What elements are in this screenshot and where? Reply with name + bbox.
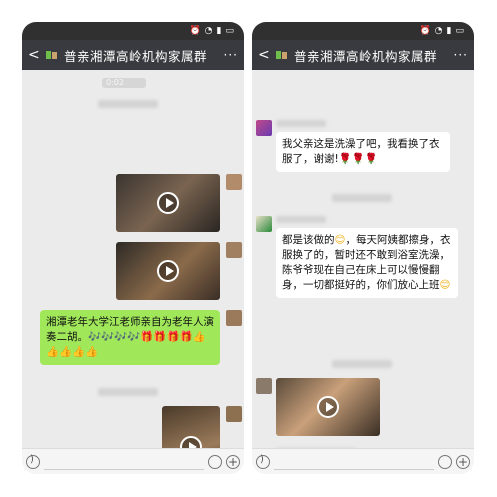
signal-icon: ▮ (216, 26, 222, 36)
blurred-name (276, 216, 326, 223)
timestamp: 0:02 (102, 78, 146, 88)
battery-icon: ▭ (225, 26, 234, 36)
text-message[interactable]: 都是该做的😊，每天阿姨都擦身，衣服换了的，暂时还不敢到浴室洗澡，陈爷爷现在自己在… (276, 228, 458, 298)
message-text: 都是该做的 (282, 234, 335, 246)
more-options-button[interactable]: ··· (454, 48, 468, 62)
play-icon[interactable] (157, 260, 179, 282)
right-phone: ⏰ ◔ ▮ ▭ < 普亲湘潭高岭机构家属群 ··· 我父亲这是洗澡了吧，我看换了… (252, 22, 474, 474)
plus-icon[interactable]: + (226, 455, 240, 469)
input-bar: + (22, 448, 244, 474)
nav-bar: < 普亲湘潭高岭机构家属群 ··· (252, 40, 474, 70)
blurred-name (98, 388, 158, 396)
blurred-name (332, 360, 392, 368)
chat-area[interactable]: 0:02 湘潭老年大学江老师亲自为老年人演奏二胡。🎶🎶🎶🎶🎁🎁🎁🎁👍👍👍👍👍 (22, 70, 244, 474)
smile-emoji: 😊 (334, 234, 346, 246)
smile-emoji: 😊 (439, 279, 451, 291)
message-input[interactable] (44, 454, 204, 470)
chat-area[interactable]: 我父亲这是洗澡了吧，我看换了衣服了，谢谢!🌹🌹🌹 都是该做的😊，每天阿姨都擦身，… (252, 70, 474, 454)
avatar[interactable] (226, 242, 242, 258)
nav-bar: < 普亲湘潭高岭机构家属群 ··· (22, 40, 244, 70)
emoji-icon[interactable] (438, 455, 452, 469)
message-input[interactable] (274, 454, 434, 470)
group-icon (44, 48, 60, 62)
text-message[interactable]: 我父亲这是洗澡了吧，我看换了衣服了，谢谢!🌹🌹🌹 (276, 132, 450, 172)
input-bar: + (252, 448, 474, 474)
voice-icon[interactable] (256, 454, 270, 469)
wifi-icon: ◔ (204, 26, 213, 36)
battery-icon: ▭ (455, 26, 464, 36)
video-message[interactable] (116, 242, 220, 300)
status-icons: ⏰ ◔ ▮ ▭ (189, 26, 234, 36)
wifi-icon: ◔ (434, 26, 443, 36)
more-options-button[interactable]: ··· (224, 48, 238, 62)
avatar[interactable] (256, 378, 272, 394)
group-icon (274, 48, 290, 62)
status-bar: ⏰ ◔ ▮ ▭ (22, 22, 244, 40)
screenshot-canvas: ⏰ ◔ ▮ ▭ < 普亲湘潭高岭机构家属群 ··· 0:02 湘潭老年大学江老师… (0, 0, 497, 497)
voice-icon[interactable] (26, 454, 40, 469)
signal-icon: ▮ (446, 26, 452, 36)
emoji-icon[interactable] (208, 455, 222, 469)
back-button[interactable]: < (258, 47, 270, 63)
blurred-name (276, 120, 326, 127)
video-message[interactable] (116, 174, 220, 232)
back-button[interactable]: < (28, 47, 40, 63)
chat-title: 普亲湘潭高岭机构家属群 (294, 48, 438, 64)
plus-icon[interactable]: + (456, 455, 470, 469)
status-icons: ⏰ ◔ ▮ ▭ (419, 26, 464, 36)
blurred-name (332, 194, 392, 202)
avatar[interactable] (226, 174, 242, 190)
blurred-name (98, 100, 158, 108)
avatar[interactable] (226, 310, 242, 326)
rose-emojis: 🌹🌹🌹 (338, 153, 378, 165)
avatar[interactable] (256, 216, 272, 232)
text-message[interactable]: 湘潭老年大学江老师亲自为老年人演奏二胡。🎶🎶🎶🎶🎁🎁🎁🎁👍👍👍👍👍 (40, 310, 220, 365)
status-bar: ⏰ ◔ ▮ ▭ (252, 22, 474, 40)
avatar[interactable] (226, 406, 242, 422)
alarm-icon: ⏰ (419, 26, 431, 36)
play-icon[interactable] (317, 396, 339, 418)
play-icon[interactable] (157, 192, 179, 214)
chat-title: 普亲湘潭高岭机构家属群 (64, 48, 208, 64)
left-phone: ⏰ ◔ ▮ ▭ < 普亲湘潭高岭机构家属群 ··· 0:02 湘潭老年大学江老师… (22, 22, 244, 474)
avatar[interactable] (256, 120, 272, 136)
video-message[interactable] (276, 378, 380, 436)
alarm-icon: ⏰ (189, 26, 201, 36)
